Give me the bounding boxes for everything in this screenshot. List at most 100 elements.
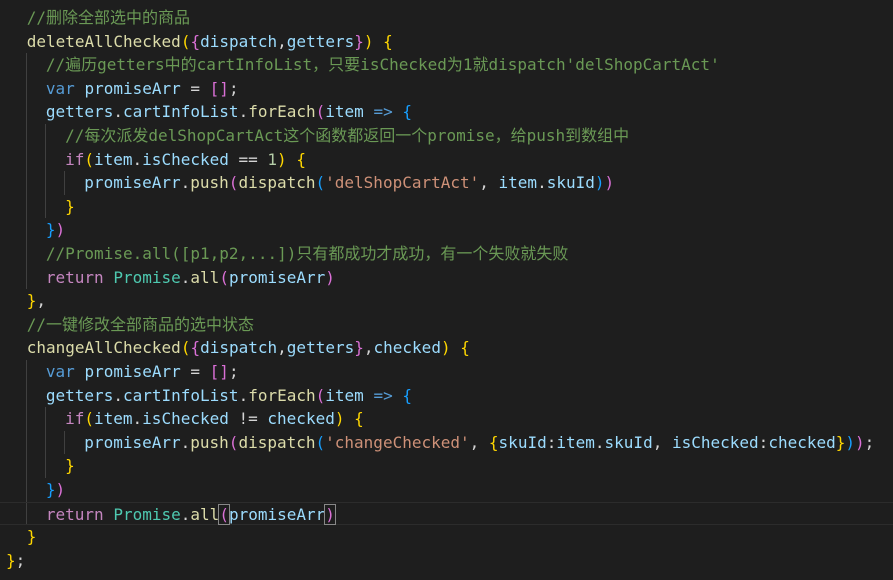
code-token: . (180, 173, 191, 193)
code-token: promiseArr (84, 173, 181, 193)
code-token: . (180, 432, 191, 452)
code-token: skuId (604, 432, 653, 452)
code-line[interactable]: //遍历getters中的cartInfoList，只要isChecked为1就… (0, 53, 893, 77)
code-token: getters (286, 31, 355, 51)
code-line[interactable]: return Promise.all(promiseArr) (0, 266, 893, 290)
code-token: , (479, 173, 499, 193)
code-token: ; (228, 78, 239, 98)
code-token: 'delShopCartAct' (325, 173, 480, 193)
code-token: getters (45, 102, 114, 122)
code-token: { (460, 338, 470, 358)
code-token: promiseArr (228, 267, 326, 287)
code-token: getters (286, 338, 355, 358)
code-line[interactable]: }, (0, 289, 893, 313)
code-line[interactable]: promiseArr.push(dispatch('changeChecked'… (0, 431, 893, 455)
code-token: . (238, 385, 249, 405)
code-token: ( (315, 173, 326, 193)
code-token: : (758, 432, 769, 452)
code-token: } (354, 31, 364, 51)
code-line-current[interactable]: return Promise.all(promiseArr) (0, 501, 893, 526)
code-token: item (94, 149, 133, 169)
code-token: //删除全部选中的商品 (26, 8, 190, 27)
code-token: ( (315, 385, 326, 405)
code-token: ) (594, 173, 605, 193)
code-token: } (65, 456, 75, 476)
code-token: promiseArr (84, 78, 181, 98)
code-token: } (26, 527, 37, 547)
code-token: skuId (546, 173, 595, 193)
code-token: , (469, 432, 489, 452)
code-token: { (296, 149, 306, 169)
code-token: 1 (267, 149, 278, 169)
code-line[interactable]: getters.cartInfoList.forEach(item => { (0, 384, 893, 408)
code-line[interactable]: //一键修改全部商品的选中状态 (0, 313, 893, 337)
code-line[interactable]: promiseArr.push(dispatch('delShopCartAct… (0, 171, 893, 195)
code-token: , (652, 432, 672, 452)
code-line[interactable]: }) (0, 218, 893, 242)
code-token: push (190, 432, 229, 452)
code-line[interactable]: if(item.isChecked == 1) { (0, 148, 893, 172)
code-editor[interactable]: //删除全部选中的商品 deleteAllChecked({dispatch,ge… (0, 0, 893, 580)
code-token: return (45, 504, 104, 524)
code-token: item (556, 432, 595, 452)
code-line[interactable]: } (0, 454, 893, 478)
code-token: ( (180, 31, 191, 51)
code-token: ; (228, 362, 239, 381)
code-token: var (45, 362, 75, 381)
code-token: , (277, 31, 287, 51)
code-token: } (835, 432, 846, 452)
code-line[interactable]: } (0, 525, 893, 549)
code-token: . (180, 267, 191, 287)
code-line[interactable]: }) (0, 478, 893, 502)
code-token: Promise (113, 504, 181, 524)
code-token: . (180, 504, 191, 524)
code-token: ) (855, 432, 865, 452)
code-token: checked (768, 432, 836, 452)
code-token: { (354, 409, 364, 429)
code-line[interactable]: //每次派发delShopCartAct这个函数都返回一个promise，给pu… (0, 124, 893, 148)
code-token: //每次派发delShopCartAct这个函数都返回一个promise，给pu… (65, 126, 630, 145)
code-token: deleteAllChecked (26, 31, 181, 51)
code-token: { (190, 338, 201, 358)
code-line[interactable]: }; (0, 549, 893, 573)
code-token: //一键修改全部商品的选中状态 (26, 314, 254, 334)
code-token: //遍历getters中的cartInfoList，只要isChecked为1就… (45, 55, 720, 75)
code-token: ( (180, 338, 191, 358)
code-token: . (113, 102, 123, 122)
code-token: . (113, 385, 123, 405)
code-token: . (594, 432, 605, 452)
code-line[interactable]: if(item.isChecked != checked) { (0, 407, 893, 431)
code-line[interactable]: //删除全部选中的商品 (0, 6, 893, 30)
code-line[interactable]: var promiseArr = []; (0, 360, 893, 384)
code-token: Promise (113, 267, 181, 287)
code-token: : (546, 432, 557, 452)
code-token: if (65, 409, 85, 429)
code-token: } (65, 196, 75, 216)
code-line[interactable]: var promiseArr = []; (0, 77, 893, 101)
code-token: ; (15, 550, 26, 570)
code-token: . (238, 102, 249, 122)
code-line[interactable]: deleteAllChecked({dispatch,getters}) { (0, 30, 893, 54)
code-token: item (498, 173, 538, 193)
code-token: item (325, 102, 364, 122)
code-token: cartInfoList (122, 385, 239, 405)
code-token: skuId (498, 432, 547, 452)
code-token: = (180, 362, 210, 381)
code-line[interactable]: getters.cartInfoList.forEach(item => { (0, 100, 893, 124)
code-line[interactable]: changeAllChecked({dispatch,getters},chec… (0, 336, 893, 360)
code-token: getters (45, 385, 114, 405)
code-token: forEach (248, 102, 316, 122)
code-token: . (537, 173, 547, 193)
code-token: return (45, 267, 104, 287)
code-line[interactable]: //Promise.all([p1,p2,...])只有都成功才成功，有一个失败… (0, 242, 893, 266)
code-token: all (190, 267, 220, 287)
code-line[interactable]: } (0, 195, 893, 219)
